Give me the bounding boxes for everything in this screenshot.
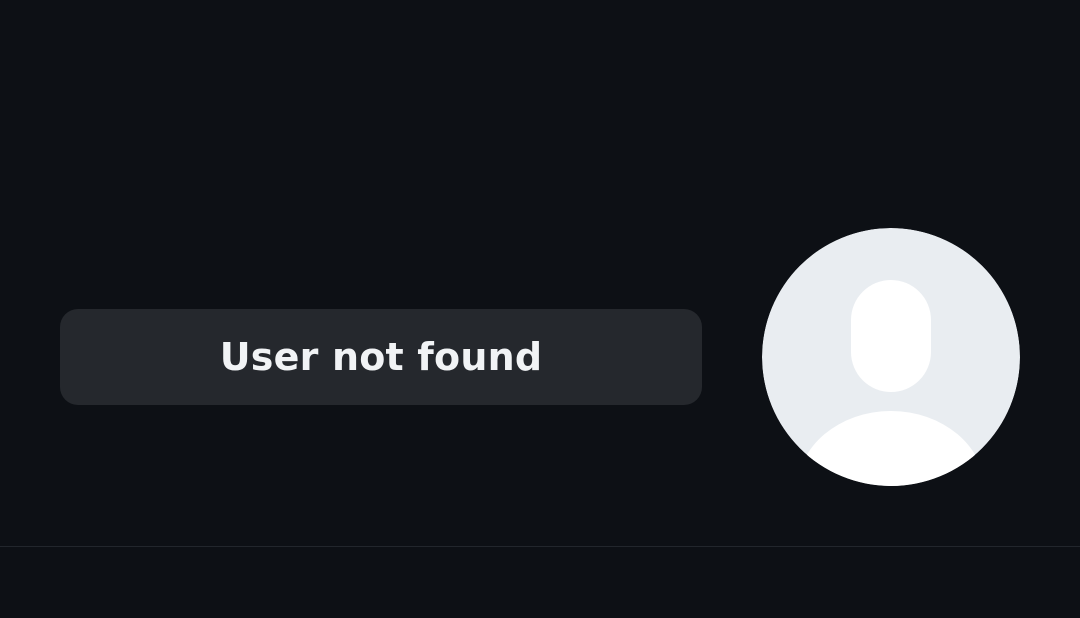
user-not-found-badge: User not found [60,309,702,405]
user-not-found-message: User not found [219,335,543,379]
profile-area: User not found [0,0,1080,546]
default-user-avatar-icon [762,228,1020,486]
avatar [762,228,1020,486]
bottom-divider [0,546,1080,547]
